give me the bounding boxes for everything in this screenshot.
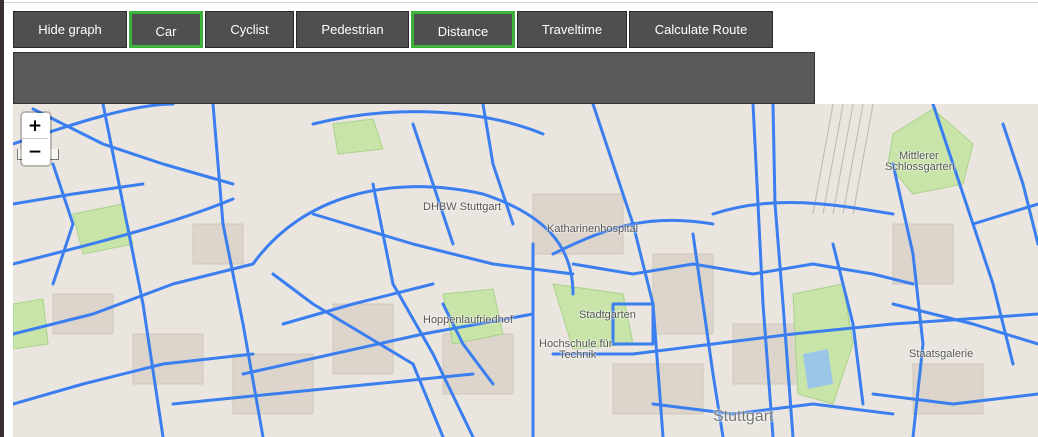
car-label: Car (155, 23, 177, 39)
mode-toolbar: Hide graph Car Cyclist Pedestrian Distan… (13, 11, 773, 48)
label-dhbw: DHBW Stuttgart (423, 201, 502, 213)
calculate-route-label: Calculate Route (654, 22, 748, 37)
app-page: Hide graph Car Cyclist Pedestrian Distan… (0, 0, 1038, 437)
pedestrian-mode-button[interactable]: Pedestrian (296, 11, 409, 48)
label-stadtgarten: Stadtgarten (579, 309, 636, 321)
zoom-in-button[interactable]: + (22, 113, 48, 139)
hide-graph-label: Hide graph (38, 22, 102, 37)
label-mittlerer-2: Schlossgarten (885, 161, 955, 173)
calculate-route-button[interactable]: Calculate Route (629, 11, 773, 48)
distance-label: Distance (437, 23, 489, 39)
label-hospital: Katharinenhospital (547, 223, 639, 235)
label-hoppenlau: Hoppenlaufriedhof (423, 314, 513, 326)
cyclist-label: Cyclist (230, 22, 269, 37)
traveltime-metric-button[interactable]: Traveltime (517, 11, 627, 48)
label-stuttgart: Stuttgart (713, 408, 774, 425)
map-base-layer (13, 104, 1038, 437)
route-info-panel (13, 52, 815, 104)
cyclist-mode-button[interactable]: Cyclist (205, 11, 294, 48)
car-mode-button[interactable]: Car (129, 11, 203, 48)
label-galerie: Staatsgalerie (909, 348, 974, 360)
window-edge (0, 0, 4, 437)
hide-graph-button[interactable]: Hide graph (13, 11, 127, 48)
zoom-out-button[interactable]: − (22, 139, 48, 165)
traveltime-label: Traveltime (541, 22, 603, 37)
top-divider (4, 2, 1038, 3)
distance-metric-button[interactable]: Distance (411, 11, 515, 48)
pedestrian-label: Pedestrian (321, 22, 384, 37)
map-view[interactable]: DHBW Stuttgart Katharinenhospital Hoppen… (13, 104, 1038, 437)
zoom-control: + − (22, 113, 50, 165)
label-hochschule-2: Technik (559, 349, 597, 361)
